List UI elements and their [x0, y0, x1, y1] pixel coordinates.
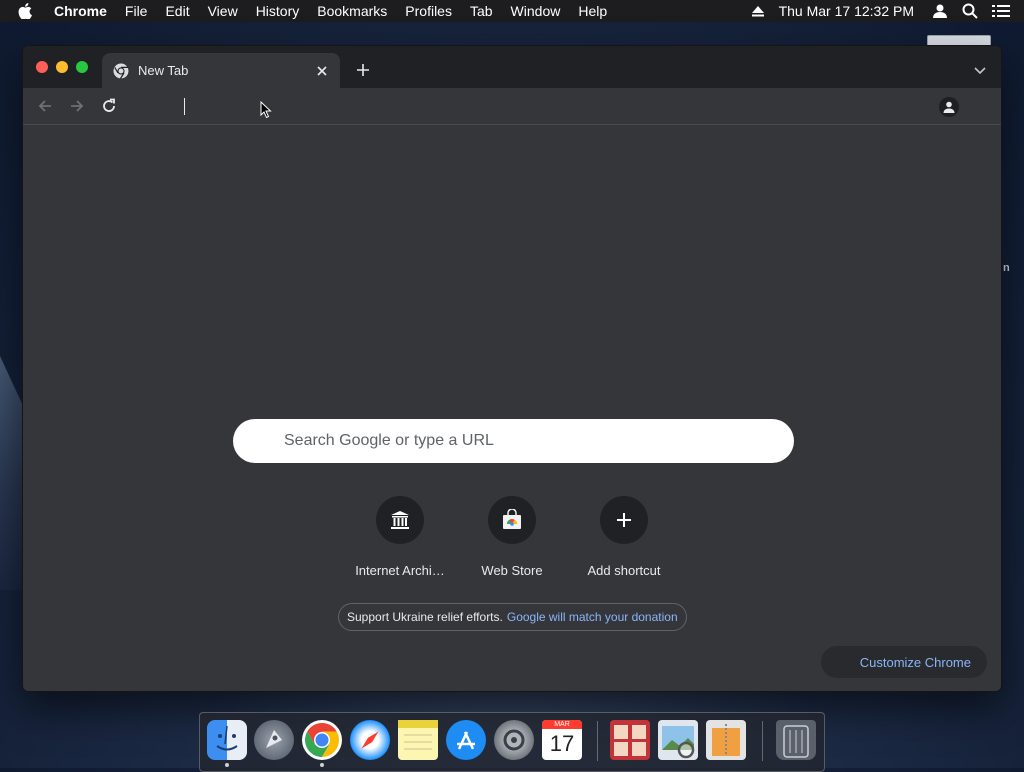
profile-avatar-icon[interactable] [939, 97, 959, 117]
dock-running-indicator [225, 763, 229, 767]
mouse-pointer-icon [260, 100, 272, 124]
plus-icon [600, 496, 648, 544]
dock-separator [597, 721, 598, 761]
text-caret [184, 98, 185, 115]
menu-view[interactable]: View [208, 3, 238, 19]
trash-icon[interactable] [776, 720, 816, 760]
window-zoom-button[interactable] [76, 61, 88, 73]
chrome-app-icon[interactable] [302, 720, 342, 760]
tab-new-tab[interactable]: New Tab [102, 53, 340, 88]
menubar-status-area: Thu Mar 17 12:32 PM [751, 0, 1024, 22]
tab-title: New Tab [138, 63, 189, 78]
ntp-search-box[interactable]: Search Google or type a URL [233, 419, 794, 463]
menu-file[interactable]: File [125, 3, 148, 19]
finder-icon[interactable] [207, 720, 247, 760]
ntp-promo: Support Ukraine relief efforts. Google w… [338, 603, 687, 631]
shortcut-label: Internet Archi… [355, 563, 445, 578]
shortcut-internet-archive[interactable]: Internet Archi… [344, 496, 456, 578]
archive-utility-icon[interactable] [706, 720, 746, 760]
calendar-month: MAR [542, 720, 582, 729]
preview-icon[interactable] [658, 720, 698, 760]
chrome-icon [113, 63, 129, 79]
menu-window[interactable]: Window [511, 3, 561, 19]
app-store-icon[interactable] [446, 720, 486, 760]
control-center-icon[interactable] [992, 4, 1010, 18]
ntp-search-placeholder: Search Google or type a URL [284, 432, 494, 449]
menu-help[interactable]: Help [578, 3, 607, 19]
address-bar-input[interactable] [163, 93, 967, 121]
macos-menubar: Chrome File Edit View History Bookmarks … [0, 0, 1024, 22]
chrome-window: New Tab Search Google or type a URL Inte… [22, 45, 1002, 692]
shortcut-label: Add shortcut [587, 563, 661, 578]
spotlight-icon[interactable] [962, 3, 978, 19]
tab-search-chevron-icon[interactable] [973, 62, 989, 75]
tab-strip: New Tab [23, 46, 1001, 88]
menu-edit[interactable]: Edit [165, 3, 189, 19]
forward-arrow-icon[interactable] [67, 96, 87, 116]
shortcut-label: Web Store [481, 563, 543, 578]
macos-dock: MAR 17 [199, 712, 825, 772]
dock-running-indicator [320, 763, 324, 767]
window-close-button[interactable] [36, 61, 48, 73]
tab-close-icon[interactable] [312, 61, 332, 81]
window-minimize-button[interactable] [56, 61, 68, 73]
browser-toolbar [23, 88, 1001, 125]
calendar-icon[interactable]: MAR 17 [542, 720, 582, 760]
promo-text: Support Ukraine relief efforts. [347, 610, 503, 624]
menu-history[interactable]: History [256, 3, 300, 19]
new-tab-button[interactable] [353, 60, 373, 80]
shortcut-add[interactable]: Add shortcut [568, 496, 680, 578]
webstore-icon [488, 496, 536, 544]
notes-icon[interactable] [398, 720, 438, 760]
back-arrow-icon[interactable] [35, 96, 55, 116]
safari-icon[interactable] [350, 720, 390, 760]
photo-booth-icon[interactable] [610, 720, 650, 760]
eject-icon[interactable] [751, 5, 765, 17]
system-preferences-icon[interactable] [494, 720, 534, 760]
menu-tab[interactable]: Tab [470, 3, 493, 19]
user-icon[interactable] [932, 3, 948, 19]
shortcut-web-store[interactable]: Web Store [456, 496, 568, 578]
apple-menu-icon[interactable] [18, 3, 38, 19]
calendar-day: 17 [549, 731, 575, 756]
customize-chrome-button[interactable]: Customize Chrome [821, 646, 987, 678]
dock-separator [762, 721, 763, 761]
launchpad-icon[interactable] [254, 720, 294, 760]
customize-chrome-label: Customize Chrome [859, 654, 971, 670]
reload-icon[interactable] [99, 96, 119, 116]
archive-icon [376, 496, 424, 544]
menu-profiles[interactable]: Profiles [405, 3, 452, 19]
menubar-clock[interactable]: Thu Mar 17 12:32 PM [779, 3, 914, 19]
desktop-item-label[interactable]: n [1003, 262, 1010, 274]
menu-app-name[interactable]: Chrome [54, 3, 107, 19]
promo-link[interactable]: Google will match your donation [507, 610, 678, 624]
menu-bookmarks[interactable]: Bookmarks [317, 3, 387, 19]
